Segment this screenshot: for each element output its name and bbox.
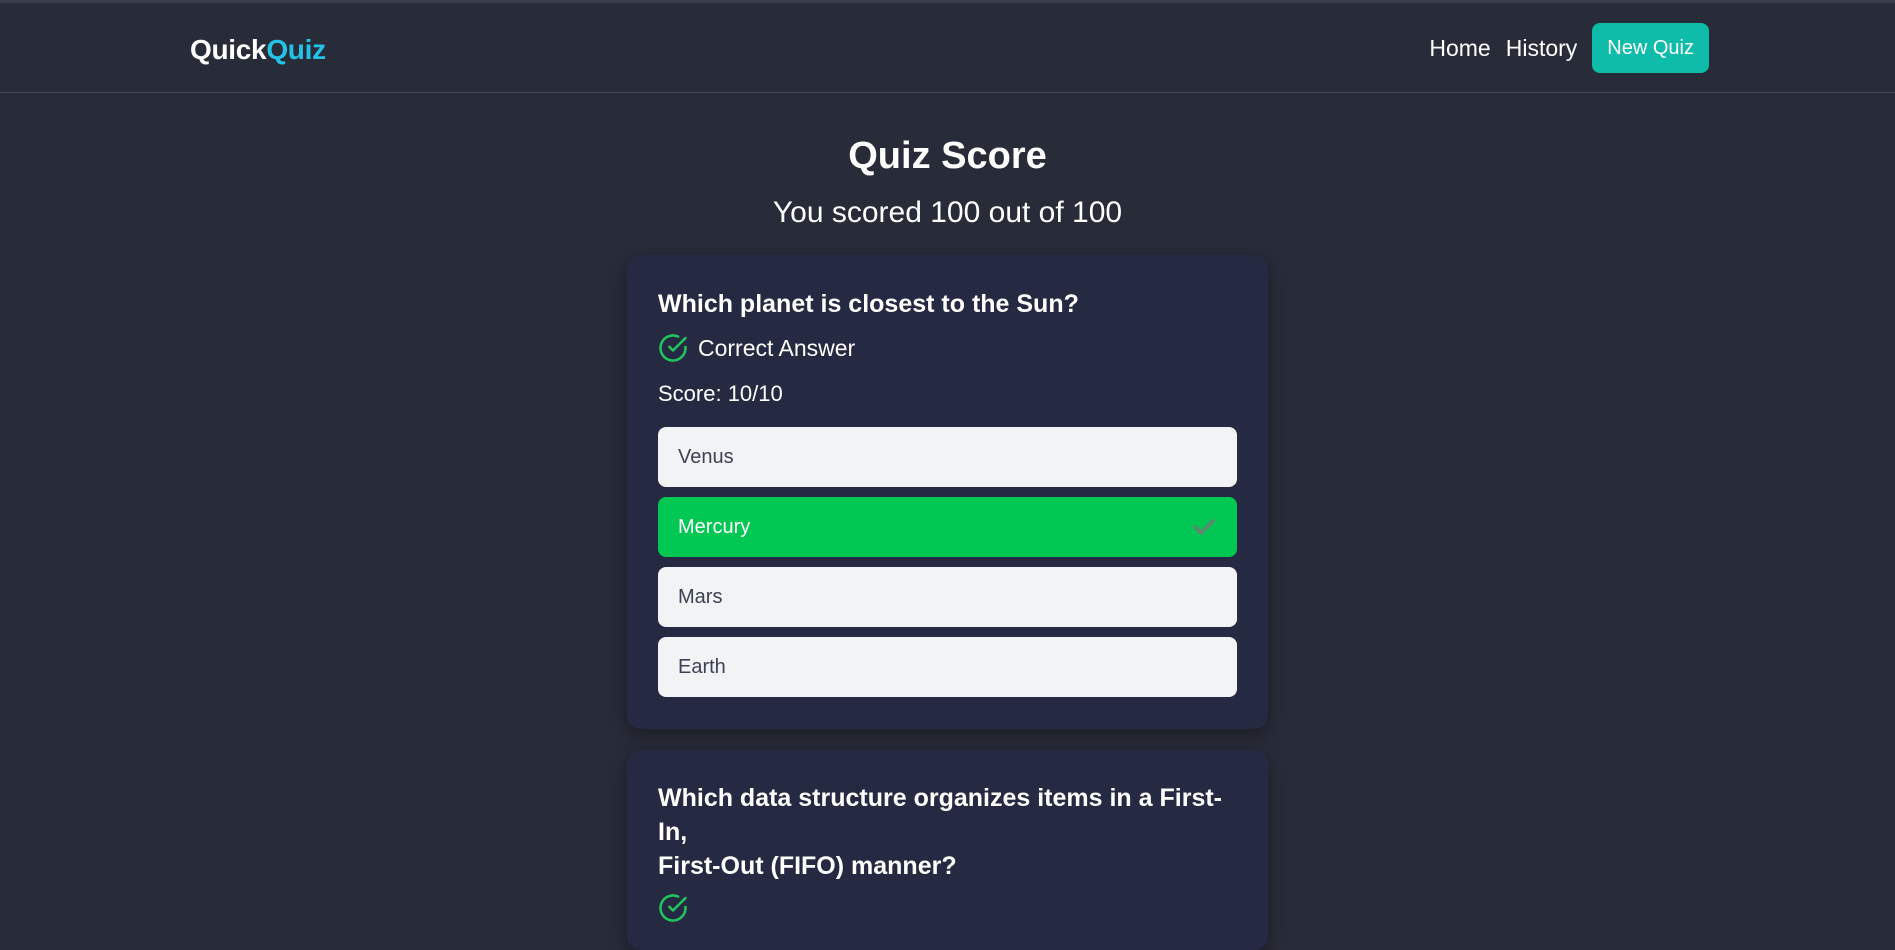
question-card: Which data structure organizes items in … [627,750,1268,950]
question-text-line: First-Out (FIFO) manner? [658,852,957,880]
answer-option-label: Mercury [678,515,751,538]
check-circle-icon [659,334,687,362]
check-circle-icon [659,894,687,922]
answer-options: Venus Mercury Mars Earth [658,427,1237,697]
answer-option-correct[interactable]: Mercury [658,497,1237,557]
result-row [658,893,1237,923]
result-row: Correct Answer [658,333,1237,363]
question-score: Score: 10/10 [658,381,783,406]
answer-option[interactable]: Earth [658,637,1237,697]
answer-option-label: Venus [678,445,734,468]
question-text-line: Which data structure organizes items in … [658,784,1223,846]
question-text: Which planet is closest to the Sun? [658,290,1079,318]
new-quiz-button[interactable]: New Quiz [1592,23,1709,73]
score-summary: You scored 100 out of 100 [772,196,1123,229]
answer-option[interactable]: Mars [658,567,1237,627]
question-card: Which planet is closest to the Sun? Corr… [627,255,1268,729]
page-title: Quiz Score [848,135,1047,177]
checkmark-icon [1193,519,1215,535]
nav-link-home[interactable]: Home [1429,35,1490,62]
logo-quick: Quick [190,34,267,65]
navbar: QuickQuiz Home History New Quiz [0,3,1895,93]
logo[interactable]: QuickQuiz [190,34,326,66]
answer-option-label: Earth [678,655,726,678]
nav-links: Home History New Quiz [1429,23,1709,73]
result-label: Correct Answer [698,334,856,361]
answer-option-label: Mars [678,585,723,608]
answer-option[interactable]: Venus [658,427,1237,487]
nav-link-history[interactable]: History [1506,35,1578,62]
question-text: Which data structure organizes items in … [658,781,1237,883]
logo-quiz: Quiz [266,34,326,65]
